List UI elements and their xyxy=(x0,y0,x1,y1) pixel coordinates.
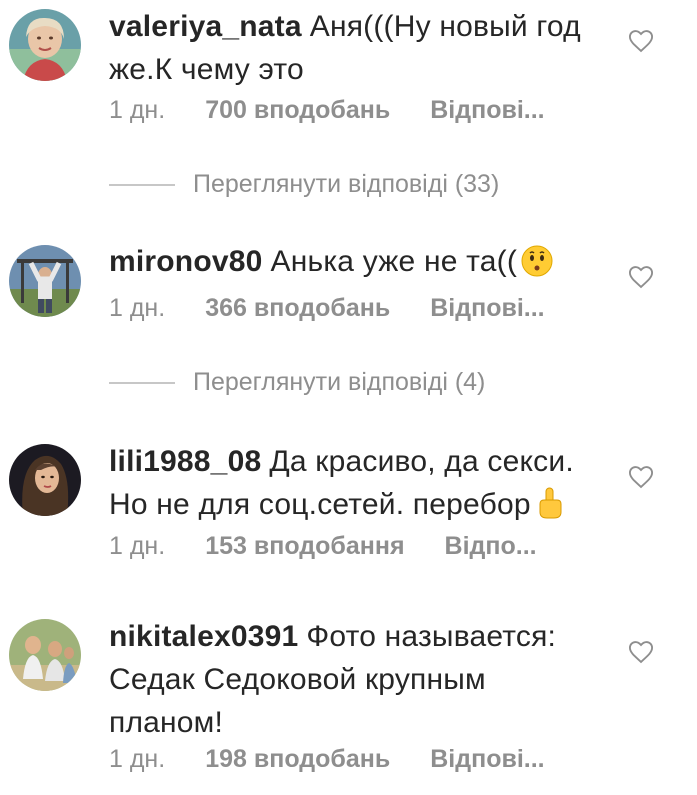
view-replies-button[interactable]: Переглянути відповіді (4) xyxy=(109,368,485,397)
comment-time: 1 дн. xyxy=(109,96,166,124)
kissing-face-emoji-icon xyxy=(521,245,553,289)
likes-count[interactable]: 366 вподобань xyxy=(205,294,390,323)
comment-username[interactable]: valeriya_nata xyxy=(109,10,302,43)
comment-meta: 1 дн. 153 вподобання Відпо... xyxy=(109,532,537,561)
divider-line xyxy=(109,183,175,186)
reply-button[interactable]: Відпові... xyxy=(430,745,544,774)
reply-button[interactable]: Відпові... xyxy=(430,96,544,125)
reply-button[interactable]: Відпові... xyxy=(430,294,544,323)
comment-meta: 1 дн. 700 вподобань Відпові... xyxy=(109,96,545,125)
comment-meta: 1 дн. 198 вподобань Відпові... xyxy=(109,745,545,774)
heart-icon[interactable] xyxy=(627,638,655,666)
comment-body: valeriya_nata Аня(((Ну новый год же.К чем… xyxy=(109,5,604,91)
comment-time: 1 дн. xyxy=(109,294,166,322)
likes-count[interactable]: 153 вподобання xyxy=(205,532,404,561)
woman-dark-avatar-icon xyxy=(9,444,81,516)
comment-username[interactable]: nikitalex0391 xyxy=(109,620,298,653)
comment-body: mironov80 Анька уже не та(( xyxy=(109,240,604,289)
comment-text: Анька уже не та(( xyxy=(270,245,518,278)
comment-time: 1 дн. xyxy=(109,532,166,560)
heart-icon[interactable] xyxy=(627,263,655,291)
comment-body: lili1988_08 Да красиво, да секси. Но не д… xyxy=(109,440,604,532)
comment-username[interactable]: lili1988_08 xyxy=(109,445,261,478)
pointing-up-emoji-icon xyxy=(535,486,565,532)
comment-username[interactable]: mironov80 xyxy=(109,245,263,278)
heart-icon[interactable] xyxy=(627,27,655,55)
likes-count[interactable]: 198 вподобань xyxy=(205,745,390,774)
group-photo-avatar-icon xyxy=(9,619,81,691)
comment-meta: 1 дн. 366 вподобань Відпові... xyxy=(109,294,545,323)
user-avatar[interactable] xyxy=(9,9,81,81)
reply-button[interactable]: Відпо... xyxy=(445,532,537,561)
comment-body: nikitalex0391 Фото называется: Седак Седо… xyxy=(109,615,604,744)
view-replies-label: Переглянути відповіді (4) xyxy=(193,368,486,396)
divider-line xyxy=(109,381,175,384)
man-outdoors-avatar-icon xyxy=(9,245,81,317)
comment-time: 1 дн. xyxy=(109,745,166,773)
woman-portrait-avatar-icon xyxy=(9,9,81,81)
likes-count[interactable]: 700 вподобань xyxy=(205,96,390,125)
user-avatar[interactable] xyxy=(9,245,81,317)
user-avatar[interactable] xyxy=(9,619,81,691)
view-replies-label: Переглянути відповіді (33) xyxy=(193,170,500,198)
view-replies-button[interactable]: Переглянути відповіді (33) xyxy=(109,170,499,199)
user-avatar[interactable] xyxy=(9,444,81,516)
heart-icon[interactable] xyxy=(627,463,655,491)
